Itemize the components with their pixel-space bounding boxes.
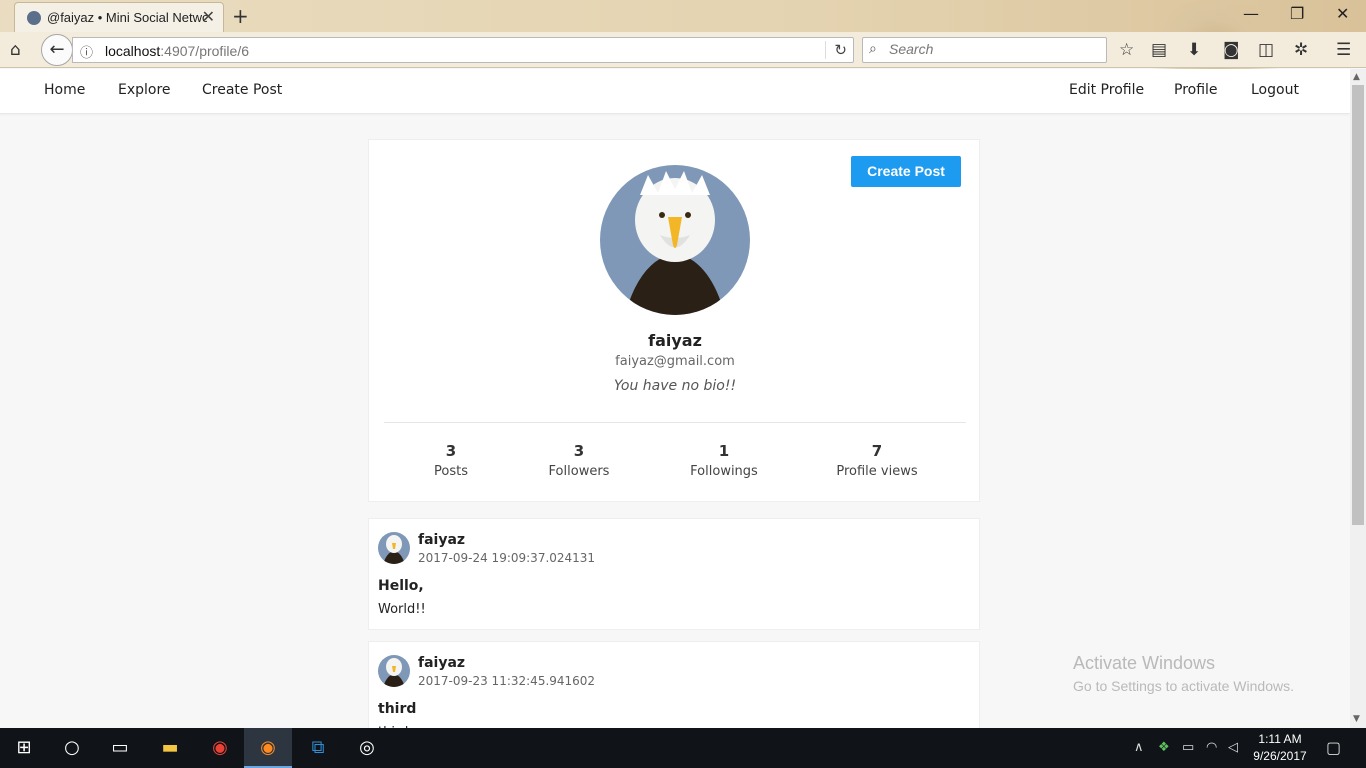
profile-bio: You have no bio!!	[613, 378, 737, 394]
scroll-up-icon[interactable]: ▲	[1353, 72, 1360, 82]
watermark-title: Activate Windows	[1073, 653, 1216, 673]
search-icon: ⌕	[869, 41, 877, 57]
post-author[interactable]: faiyaz	[418, 532, 465, 548]
scroll-thumb[interactable]	[1352, 85, 1364, 525]
hamburger-menu-icon[interactable]: ☰	[1336, 40, 1351, 60]
nav-profile[interactable]: Profile	[1174, 82, 1218, 98]
stat-profile-views: 7 Profile views	[807, 442, 947, 479]
new-tab-button[interactable]: +	[232, 4, 249, 28]
wifi-icon[interactable]: ◠	[1206, 740, 1217, 755]
post-avatar	[378, 532, 410, 564]
page-scrollbar[interactable]: ▲ ▼	[1350, 69, 1366, 728]
post-body: World!!	[378, 602, 426, 617]
clock-date: 9/26/2017	[1253, 749, 1307, 763]
nav-logout[interactable]: Logout	[1251, 82, 1299, 98]
post-title: Hello,	[378, 578, 424, 594]
search-input[interactable]	[889, 41, 1099, 57]
windows-taskbar: ⊞ ○ ▭ ▬ ◉ ◉ ⧉ ◎ ∧ ❖ ▭ ◠ ◁ 1:11 AM 9/26/2…	[0, 728, 1366, 768]
stat-value: 3	[445, 442, 457, 460]
reading-list-icon[interactable]: ▤	[1151, 40, 1167, 60]
download-icon[interactable]: ⬇	[1187, 40, 1201, 60]
close-window-icon[interactable]: ✕	[1336, 4, 1349, 23]
url-text: localhost:4907/profile/6	[105, 43, 249, 59]
tab-close-icon[interactable]: ✕	[202, 7, 215, 26]
stat-value: 7	[871, 442, 883, 460]
activate-windows-watermark: Activate Windows Go to Settings to activ…	[1073, 653, 1294, 694]
post-card[interactable]: faiyaz 2017-09-23 11:32:45.941602 third …	[368, 641, 980, 728]
create-post-button[interactable]: Create Post	[851, 156, 961, 187]
address-bar[interactable]: ⓘ localhost:4907/profile/6 ↻	[72, 37, 854, 63]
tray-chevron-icon[interactable]: ∧	[1134, 740, 1144, 755]
app-navbar: Home Explore Create Post Edit Profile Pr…	[0, 69, 1350, 114]
windows-start-icon[interactable]: ⊞	[0, 728, 48, 768]
battery-icon[interactable]: ▭	[1182, 740, 1194, 755]
clock-time: 1:11 AM	[1258, 732, 1302, 746]
stat-value: 3	[573, 442, 585, 460]
stat-posts[interactable]: 3 Posts	[381, 442, 521, 479]
post-date: 2017-09-23 11:32:45.941602	[418, 674, 596, 688]
search-bar[interactable]: ⌕	[862, 37, 1107, 63]
post-title: third	[378, 701, 417, 717]
browser-tab-bar: @faiyaz • Mini Social Network ✕ + — ❐ ✕	[0, 0, 1366, 70]
stat-value: 1	[718, 442, 730, 460]
taskbar-clock[interactable]: 1:11 AM 9/26/2017	[1245, 731, 1315, 765]
browser-tab-active[interactable]: @faiyaz • Mini Social Network ✕	[14, 2, 224, 32]
home-icon[interactable]: ⌂	[10, 40, 21, 60]
post-avatar	[378, 655, 410, 687]
post-author[interactable]: faiyaz	[418, 655, 465, 671]
stat-followers[interactable]: 3 Followers	[509, 442, 649, 479]
avatar	[600, 165, 750, 315]
dropbox-icon[interactable]: ❖	[1158, 740, 1170, 755]
stat-label: Followers	[548, 464, 610, 479]
browser-toolbar: ⌂ ← ⓘ localhost:4907/profile/6 ↻ ⌕ ☆ ▤ ⬇…	[0, 32, 1366, 68]
post-date: 2017-09-24 19:09:37.024131	[418, 551, 596, 565]
info-icon[interactable]: ⓘ	[80, 42, 93, 61]
task-view-icon[interactable]: ▭	[96, 728, 144, 768]
sidebar-icon[interactable]: ◫	[1258, 40, 1274, 60]
volume-icon[interactable]: ◁	[1228, 740, 1238, 755]
restore-icon[interactable]: ❐	[1290, 4, 1304, 23]
nav-explore[interactable]: Explore	[118, 82, 171, 98]
divider	[384, 422, 966, 423]
tab-title: @faiyaz • Mini Social Network	[47, 10, 207, 25]
profile-card: Create Post faiyaz faiyaz@gmail.com You …	[368, 139, 980, 502]
nav-create-post[interactable]: Create Post	[202, 82, 282, 98]
scroll-down-icon[interactable]: ▼	[1353, 714, 1360, 724]
extension-icon[interactable]: ✲	[1294, 40, 1308, 60]
reload-icon[interactable]: ↻	[825, 41, 847, 59]
back-arrow-icon[interactable]: ←	[41, 34, 73, 66]
profile-email: faiyaz@gmail.com	[615, 354, 735, 369]
nav-home[interactable]: Home	[44, 82, 85, 98]
cortana-search-icon[interactable]: ○	[48, 728, 96, 768]
stat-label: Profile views	[836, 464, 918, 479]
notifications-icon[interactable]: ▢	[1326, 738, 1341, 757]
profile-username: faiyaz	[648, 331, 702, 350]
favicon-icon	[27, 11, 41, 25]
firefox-icon[interactable]: ◉	[244, 728, 292, 768]
watermark-subtitle: Go to Settings to activate Windows.	[1073, 678, 1294, 694]
stat-label: Followings	[690, 464, 758, 479]
file-explorer-icon[interactable]: ▬	[146, 728, 194, 768]
stat-followings[interactable]: 1 Followings	[654, 442, 794, 479]
minimize-icon[interactable]: —	[1243, 4, 1259, 23]
post-card[interactable]: faiyaz 2017-09-24 19:09:37.024131 Hello,…	[368, 518, 980, 630]
star-icon[interactable]: ☆	[1119, 40, 1134, 60]
vscode-icon[interactable]: ⧉	[294, 728, 342, 768]
stat-label: Posts	[434, 464, 468, 479]
chrome-icon[interactable]: ◉	[196, 728, 244, 768]
pocket-icon[interactable]: ◙	[1223, 40, 1240, 60]
nav-edit-profile[interactable]: Edit Profile	[1069, 82, 1144, 98]
app-target-icon[interactable]: ◎	[343, 728, 391, 768]
page-viewport: Home Explore Create Post Edit Profile Pr…	[0, 69, 1350, 728]
